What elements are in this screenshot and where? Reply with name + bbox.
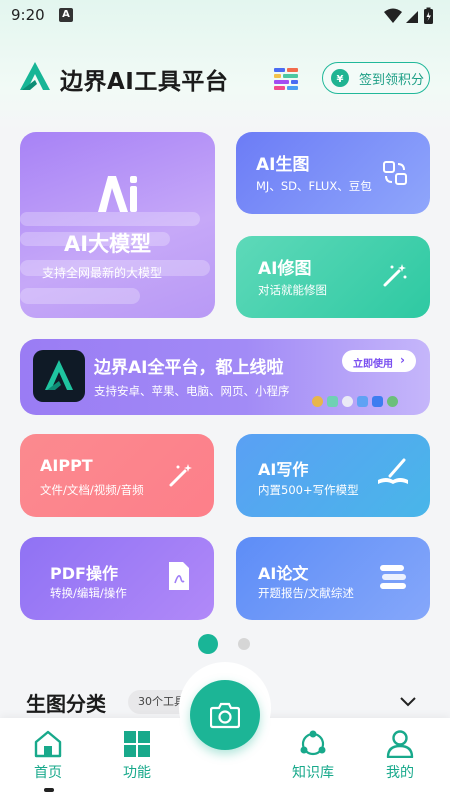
wifi-battery-icon [384, 7, 433, 24]
logo-icon [20, 62, 50, 90]
promo-banner[interactable]: 边界AI全平台，都上线啦 支持安卓、苹果、电脑、网页、小程序 立即使用 › [20, 339, 430, 415]
chrome-icon [312, 396, 323, 407]
active-tab-indicator [44, 788, 54, 792]
home-icon [34, 730, 62, 758]
apps-grid-icon [124, 731, 150, 757]
use-now-label: 立即使用 [353, 359, 393, 370]
mini-program-icon [387, 396, 398, 407]
card-title: AI论文 [258, 564, 309, 583]
page-indicator[interactable] [198, 634, 258, 654]
image-swap-icon [383, 161, 407, 185]
banner-subtitle: 支持安卓、苹果、电脑、网页、小程序 [94, 384, 290, 398]
windows-icon [327, 396, 338, 407]
tab-knowledge-base[interactable]: 知识库 [283, 730, 343, 786]
gift-coin-icon: ¥ [331, 69, 349, 87]
camera-icon [210, 702, 240, 729]
card-ai-paper[interactable]: AI论文 开题报告/文献综述 [236, 537, 430, 620]
share-network-icon [300, 730, 326, 756]
tab-label: 我的 [386, 765, 414, 781]
card-ai-ppt[interactable]: AIPPT 文件/文档/视频/音频 [20, 434, 214, 517]
mac-icon [372, 396, 383, 407]
banner-title: 边界AI全平台，都上线啦 [94, 358, 284, 378]
ai-logo-icon [98, 176, 137, 212]
card-subtitle: 内置500+写作模型 [258, 483, 359, 497]
person-icon [386, 730, 414, 758]
tab-home[interactable]: 首页 [18, 730, 78, 786]
camera-button[interactable] [190, 680, 260, 750]
card-subtitle: 开题报告/文献综述 [258, 586, 354, 600]
book-pen-icon [378, 458, 408, 484]
app-title: 边界AI工具平台 [60, 69, 229, 95]
apps-icon [357, 396, 368, 407]
card-ai-image-gen[interactable]: AI生图 MJ、SD、FLUX、豆包 [236, 132, 430, 214]
signin-label: 签到领积分 [359, 73, 425, 88]
banner-logo [33, 350, 85, 402]
chevron-right-icon: › [400, 353, 405, 367]
card-subtitle: 转换/编辑/操作 [50, 586, 127, 600]
tab-label: 首页 [34, 765, 62, 781]
card-ai-image-fix[interactable]: AI修图 对话就能修图 [236, 236, 430, 318]
use-now-button[interactable]: 立即使用 › [342, 350, 416, 372]
card-title: AI生图 [256, 155, 310, 175]
card-subtitle: 文件/文档/视频/音频 [40, 483, 144, 497]
pdf-file-icon [169, 562, 189, 590]
status-time: 9:20 [11, 6, 45, 24]
magic-wand-icon [383, 264, 407, 287]
status-bar: 9:20 A [0, 0, 450, 32]
card-pdf-operations[interactable]: PDF操作 转换/编辑/操作 [20, 537, 214, 620]
tab-label: 知识库 [292, 765, 334, 781]
signin-button[interactable]: ¥ 签到领积分 [322, 62, 430, 94]
apple-icon [342, 396, 353, 407]
chevron-down-icon[interactable] [398, 694, 418, 708]
card-title: AI修图 [258, 259, 312, 279]
tab-label: 功能 [123, 765, 151, 781]
card-ai-writing[interactable]: AI写作 内置500+写作模型 [236, 434, 430, 517]
tab-me[interactable]: 我的 [370, 730, 430, 786]
platform-icons [312, 391, 402, 407]
grid-menu-icon[interactable] [274, 68, 298, 90]
magic-wand-icon [169, 464, 192, 487]
card-title: PDF操作 [50, 564, 118, 583]
card-title: AI写作 [258, 460, 309, 479]
card-subtitle: 对话就能修图 [258, 283, 327, 297]
card-title: AIPPT [40, 456, 93, 475]
status-icons [380, 6, 440, 26]
card-ai-big-model[interactable]: AI大模型 支持全网最新的大模型 [20, 132, 215, 318]
card-subtitle: MJ、SD、FLUX、豆包 [256, 179, 372, 193]
page-dot-active[interactable] [198, 634, 218, 654]
card-subtitle: 支持全网最新的大模型 [42, 266, 163, 280]
tab-functions[interactable]: 功能 [107, 730, 167, 786]
book-stack-icon [380, 565, 406, 589]
card-title: AI大模型 [64, 232, 152, 256]
logo-icon [45, 360, 73, 390]
notification-badge: A [59, 8, 73, 22]
svg-text:¥: ¥ [337, 74, 344, 85]
page-dot[interactable] [238, 638, 250, 650]
section-title: 生图分类 [26, 692, 106, 716]
